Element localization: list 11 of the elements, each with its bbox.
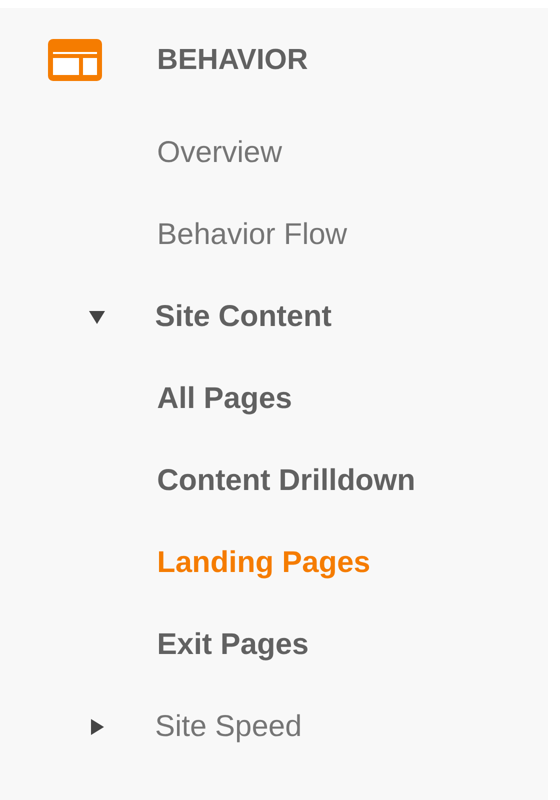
nav-link[interactable]: Behavior Flow bbox=[157, 218, 348, 252]
nav-group[interactable]: Site Speed bbox=[155, 710, 302, 744]
nav-group[interactable]: Site Content bbox=[155, 300, 332, 334]
layout-icon bbox=[48, 39, 102, 81]
caret-right-icon[interactable] bbox=[89, 719, 105, 735]
nav-link[interactable]: Content Drilldown bbox=[157, 464, 416, 498]
section-title: BEHAVIOR bbox=[157, 44, 308, 76]
nav-link[interactable]: All Pages bbox=[157, 382, 292, 416]
caret-down-icon[interactable] bbox=[89, 309, 105, 325]
nav-link[interactable]: Overview bbox=[157, 136, 282, 170]
nav-link[interactable]: Exit Pages bbox=[157, 628, 309, 662]
